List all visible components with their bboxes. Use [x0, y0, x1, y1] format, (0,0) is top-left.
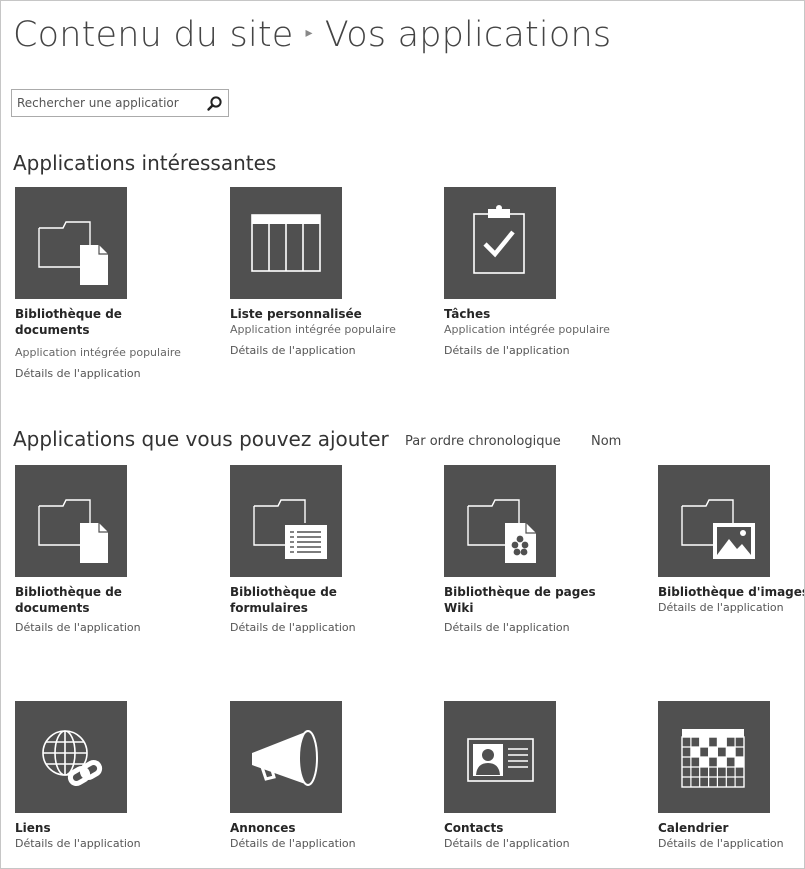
app-details-link[interactable]: Détails de l'application: [230, 620, 430, 636]
app-details-link[interactable]: Détails de l'application: [444, 836, 644, 852]
app-name[interactable]: Bibliothèque d'images: [658, 584, 804, 600]
app-tile-announcements: Annonces Détails de l'application: [230, 701, 430, 852]
app-name[interactable]: Contacts: [444, 820, 629, 836]
links-icon[interactable]: [15, 701, 127, 813]
app-details-link[interactable]: Détails de l'application: [15, 366, 215, 382]
app-tile-custom-list: Liste personnalisée Application intégrée…: [230, 187, 430, 359]
app-subtitle: Application intégrée populaire: [444, 323, 610, 336]
app-tile-picture-library: Bibliothèque d'images Détails de l'appli…: [658, 465, 804, 616]
form-library-icon[interactable]: [230, 465, 342, 577]
custom-list-icon[interactable]: [230, 187, 342, 299]
app-subtitle: Application intégrée populaire: [15, 346, 181, 359]
app-tile-contacts: Contacts Détails de l'application: [444, 701, 644, 852]
app-details-link[interactable]: Détails de l'application: [15, 620, 215, 636]
app-tile-wiki-page-library: Bibliothèque de pages Wiki Détails de l'a…: [444, 465, 644, 636]
app-details-link[interactable]: Détails de l'application: [658, 600, 804, 616]
document-library-icon[interactable]: [15, 187, 127, 299]
app-tile-calendar: Calendrier Détails de l'application: [658, 701, 804, 852]
app-name[interactable]: Liens: [15, 820, 200, 836]
app-details-link[interactable]: Détails de l'application: [230, 836, 430, 852]
app-tile-document-library: Bibliothèque de documents Détails de l'ap…: [15, 465, 215, 636]
app-name[interactable]: Bibliothèque de documents: [15, 306, 200, 338]
breadcrumb-root[interactable]: Contenu du site: [13, 15, 294, 55]
wiki-page-library-icon[interactable]: [444, 465, 556, 577]
app-tile-tasks: Tâches Application intégrée populaire Dé…: [444, 187, 644, 359]
app-search-box: [11, 89, 229, 117]
tasks-icon[interactable]: [444, 187, 556, 299]
app-name[interactable]: Bibliothèque de formulaires: [230, 584, 415, 616]
app-details-link[interactable]: Détails de l'application: [15, 836, 215, 852]
document-library-icon[interactable]: [15, 465, 127, 577]
app-tile-form-library: Bibliothèque de formulaires Détails de l'…: [230, 465, 430, 636]
app-details-link[interactable]: Détails de l'application: [444, 343, 644, 359]
app-details-link[interactable]: Détails de l'application: [444, 620, 644, 636]
sort-newest-link[interactable]: Par ordre chronologique: [405, 434, 561, 449]
app-name[interactable]: Bibliothèque de pages Wiki: [444, 584, 629, 616]
search-icon[interactable]: [206, 95, 223, 112]
app-name[interactable]: Annonces: [230, 820, 415, 836]
app-name[interactable]: Tâches: [444, 306, 629, 322]
app-tile-document-library-noteworthy: Bibliothèque de documents Application int…: [15, 187, 215, 382]
app-name[interactable]: Liste personnalisée: [230, 306, 415, 322]
section-title-noteworthy: Applications intéressantes: [13, 151, 277, 175]
calendar-icon[interactable]: [658, 701, 770, 813]
breadcrumb-separator-icon: ▸: [305, 25, 313, 41]
section-title-addable: Applications que vous pouvez ajouter: [13, 427, 389, 451]
page-title: Contenu du site ▸ Vos applications: [13, 15, 611, 55]
contacts-icon[interactable]: [444, 701, 556, 813]
app-name[interactable]: Bibliothèque de documents: [15, 584, 200, 616]
app-name[interactable]: Calendrier: [658, 820, 804, 836]
picture-library-icon[interactable]: [658, 465, 770, 577]
sort-name-link[interactable]: Nom: [591, 434, 621, 449]
breadcrumb-current: Vos applications: [324, 15, 612, 55]
app-tile-links: Liens Détails de l'application: [15, 701, 215, 852]
app-details-link[interactable]: Détails de l'application: [658, 836, 804, 852]
search-input[interactable]: [12, 90, 201, 116]
app-details-link[interactable]: Détails de l'application: [230, 343, 430, 359]
app-subtitle: Application intégrée populaire: [230, 323, 396, 336]
announcements-icon[interactable]: [230, 701, 342, 813]
page-frame: Contenu du site ▸ Vos applications Applica…: [0, 0, 805, 869]
